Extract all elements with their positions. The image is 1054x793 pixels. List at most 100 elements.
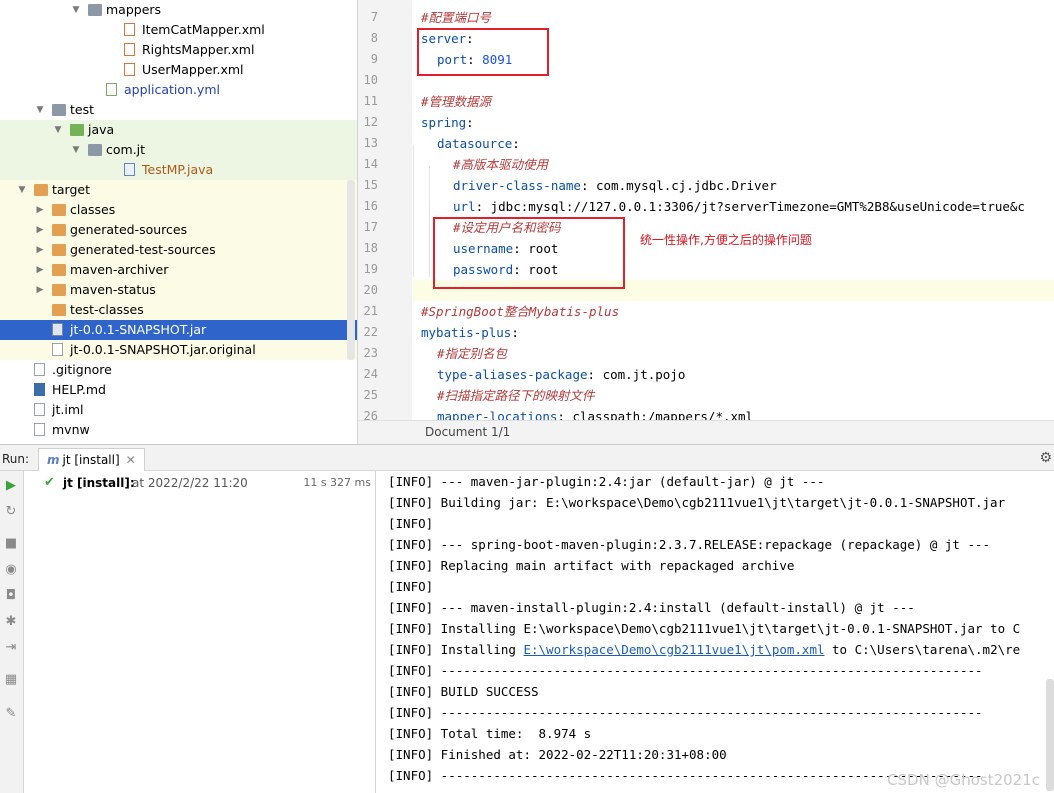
camera-icon[interactable]: ◘ (2, 587, 20, 605)
toggle-offline-icon[interactable]: ↻ (2, 503, 20, 521)
collapse-arrow-icon[interactable]: ▶ (34, 240, 46, 260)
tree-item[interactable]: RightsMapper.xml (0, 40, 357, 60)
tree-item[interactable]: ▼ mappers (0, 0, 357, 20)
tree-item-label: UserMapper.xml (142, 62, 244, 77)
xml-file-icon (124, 23, 135, 36)
tree-item-label: jt-0.0.1-SNAPSHOT.jar.original (70, 342, 256, 357)
line-number: 9 (370, 52, 378, 66)
code-line: driver-class-name: com.mysql.cj.jdbc.Dri… (453, 178, 777, 193)
tree-item[interactable]: test-classes (0, 300, 357, 320)
collapse-arrow-icon[interactable]: ▶ (34, 280, 46, 300)
tree-item[interactable]: ▼ target (0, 180, 357, 200)
tree-item[interactable]: ▼ test (0, 100, 357, 120)
expand-arrow-icon[interactable]: ▼ (16, 180, 28, 200)
tree-item-label: com.jt (106, 142, 146, 157)
code-line: #扫描指定路径下的映射文件 (437, 388, 595, 403)
jar-file-icon (52, 323, 63, 336)
expand-arrow-icon[interactable]: ▼ (70, 0, 82, 20)
close-tab-icon[interactable]: ✕ (126, 453, 136, 467)
folder-icon (52, 264, 66, 276)
line-number: 19 (363, 262, 378, 276)
code-editor[interactable]: 7 8 9 10 11 12 13 14 15 16 17 18 19 20 21 22 23 24 25 26 #配… (357, 0, 1054, 444)
code-line: #SpringBoot整合Mybatis-plus (421, 304, 620, 319)
console-line: [INFO] (388, 579, 434, 594)
tree-item[interactable]: ▶ maven-status (0, 280, 357, 300)
tree-item-label: java (88, 122, 115, 137)
run-tree[interactable]: ✔ jt [install]: at 2022/2/22 11:20 11 s … (24, 471, 376, 793)
line-number: 21 (363, 304, 378, 318)
line-number-gutter: 7 8 9 10 11 12 13 14 15 16 17 18 19 20 21 22 23 24 25 26 (358, 0, 412, 423)
file-icon (34, 363, 45, 376)
indent-guide (429, 166, 430, 277)
run-tree-item-name[interactable]: jt [install]: (63, 476, 135, 490)
indent-guide (413, 145, 414, 277)
editor-breadcrumb[interactable]: Document 1/1 (358, 420, 1054, 444)
tree-scrollbar[interactable] (347, 180, 355, 360)
tree-item[interactable]: ItemCatMapper.xml (0, 20, 357, 40)
run-tab-jt-install[interactable]: m jt [install] ✕ (38, 448, 145, 471)
code-line: #管理数据源 (421, 94, 492, 109)
layout-icon[interactable]: ▦ (2, 671, 20, 689)
show-output-icon[interactable]: ◉ (2, 561, 20, 579)
tree-item[interactable]: jt-0.0.1-SNAPSHOT.jar (0, 320, 357, 340)
folder-icon (34, 184, 48, 196)
source-folder-icon (70, 124, 84, 136)
line-number: 20 (363, 283, 378, 297)
tree-item[interactable]: application.yml (0, 80, 357, 100)
tree-item[interactable]: ▶ generated-test-sources (0, 240, 357, 260)
rerun-icon[interactable]: ▶ (2, 477, 20, 495)
console-line: [INFO] Installing E:\workspace\Demo\cgb2… (388, 621, 1021, 636)
console-line: [INFO] ---------------------------------… (388, 705, 983, 720)
tree-item[interactable]: ▶ classes (0, 200, 357, 220)
code-line: datasource: (437, 136, 520, 151)
tree-item[interactable]: mvnw (0, 420, 357, 440)
folder-icon (52, 204, 66, 216)
tree-item-label: mvnw (52, 422, 90, 437)
tree-item-label: RightsMapper.xml (142, 42, 255, 57)
tree-item[interactable]: HELP.md (0, 380, 357, 400)
line-number: 14 (363, 157, 378, 171)
tree-item[interactable]: jt-0.0.1-SNAPSHOT.jar.original (0, 340, 357, 360)
tree-item[interactable]: ▶ maven-archiver (0, 260, 357, 280)
folder-icon (52, 304, 66, 316)
annotation-box-credentials (433, 217, 625, 289)
tree-item-label: application.yml (124, 82, 220, 97)
tree-item[interactable]: ▼ java (0, 120, 357, 140)
annotation-box-port (417, 28, 549, 76)
markdown-file-icon (34, 383, 45, 396)
expand-arrow-icon[interactable]: ▼ (34, 100, 46, 120)
export-icon[interactable]: ⇥ (2, 639, 20, 657)
tree-item[interactable]: .gitignore (0, 360, 357, 380)
tree-item[interactable]: jt.iml (0, 400, 357, 420)
maven-icon: m (47, 453, 60, 467)
collapse-arrow-icon[interactable]: ▶ (34, 220, 46, 240)
stop-icon[interactable]: ■ (2, 535, 20, 553)
tree-item-label: ItemCatMapper.xml (142, 22, 265, 37)
console-scrollbar[interactable] (1046, 679, 1054, 791)
collapse-arrow-icon[interactable]: ▶ (34, 200, 46, 220)
xml-file-icon (124, 43, 135, 56)
yml-file-icon (106, 83, 117, 96)
line-number: 24 (363, 367, 378, 381)
gear-icon[interactable]: ⚙ (1039, 450, 1052, 466)
pin-icon[interactable]: ✎ (2, 705, 20, 723)
tree-item[interactable]: ▼ com.jt (0, 140, 357, 160)
tree-item-label: maven-status (70, 282, 156, 297)
tree-item[interactable]: ▶ generated-sources (0, 220, 357, 240)
tree-item[interactable]: TestMP.java (0, 160, 357, 180)
pom-xml-link[interactable]: E:\workspace\Demo\cgb2111vue1\jt\pom.xml (523, 642, 824, 657)
line-number: 10 (363, 73, 378, 87)
console-line: [INFO] --- maven-install-plugin:2.4:inst… (388, 600, 915, 615)
debug-icon[interactable]: ✱ (2, 613, 20, 631)
tree-item-label: .gitignore (52, 362, 112, 377)
console-line: [INFO] Installing E:\workspace\Demo\cgb2… (388, 642, 1021, 657)
expand-arrow-icon[interactable]: ▼ (70, 140, 82, 160)
run-label: Run: (2, 452, 30, 466)
collapse-arrow-icon[interactable]: ▶ (34, 260, 46, 280)
expand-arrow-icon[interactable]: ▼ (52, 120, 64, 140)
tree-item[interactable]: UserMapper.xml (0, 60, 357, 80)
iml-file-icon (34, 403, 45, 416)
line-number: 11 (363, 94, 378, 108)
console-output[interactable]: [INFO] --- maven-jar-plugin:2.4:jar (def… (376, 471, 1054, 793)
run-toolbar: ▶ ↻ ■ ◉ ◘ ✱ ⇥ ▦ ✎ (0, 471, 24, 793)
